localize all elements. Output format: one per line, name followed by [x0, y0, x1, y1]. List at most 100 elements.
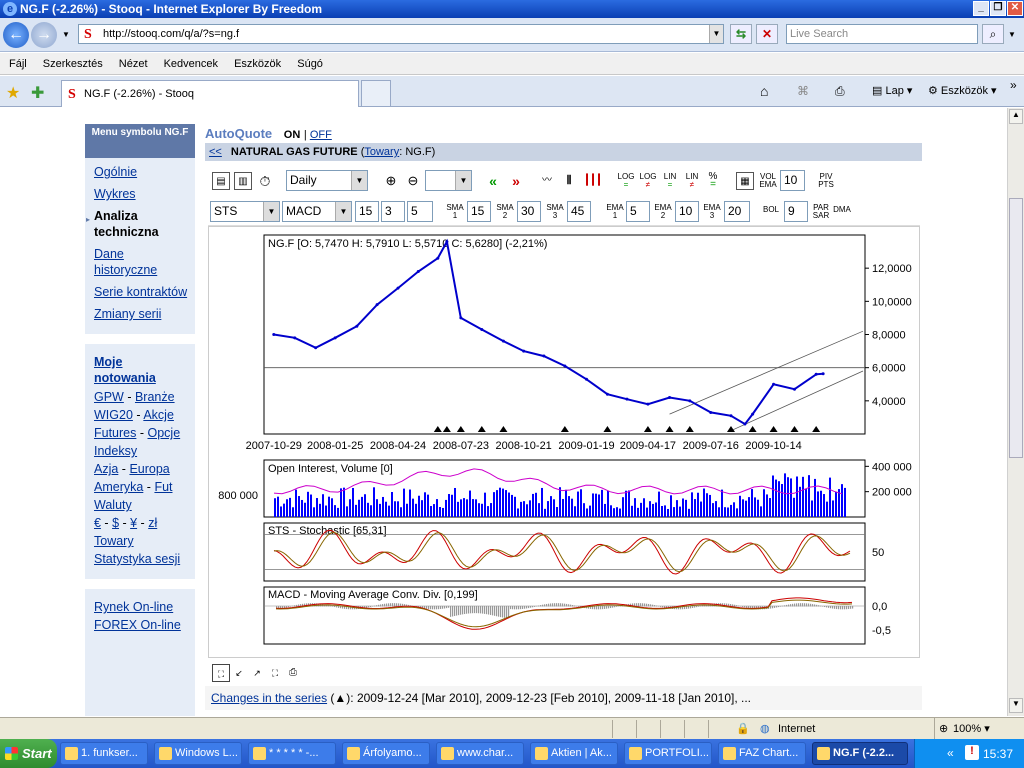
- live-search-input[interactable]: Live Search: [786, 24, 978, 44]
- fit-icon[interactable]: ⛶: [212, 664, 230, 682]
- lin-diff-button[interactable]: LIN ≠: [682, 173, 702, 189]
- sidebar-rynek-online[interactable]: Rynek On-line: [94, 599, 173, 615]
- sidebar-item-zmiany-serii[interactable]: Zmiany serii: [94, 306, 161, 322]
- sidebar-item-ogolnie[interactable]: Ogólnie: [94, 164, 137, 180]
- link-indeksy[interactable]: Indeksy: [94, 444, 137, 458]
- search-icon[interactable]: ⌕: [982, 24, 1004, 44]
- menu-tools[interactable]: Eszközök: [234, 58, 281, 70]
- link-wig20[interactable]: WIG20: [94, 408, 133, 422]
- ohlc-icon[interactable]: ⫼: [560, 172, 578, 190]
- new-tab-button[interactable]: [361, 80, 391, 107]
- scroll-thumb[interactable]: [1009, 198, 1023, 458]
- sidebar-moje-notowania[interactable]: Moje notowania: [94, 354, 174, 386]
- sma3-input[interactable]: 45: [567, 201, 591, 222]
- close-button[interactable]: ✕: [1007, 1, 1023, 16]
- taskbar-item[interactable]: PORTFOLI...: [624, 742, 712, 765]
- log-button[interactable]: LOG =: [616, 173, 636, 189]
- page-menu[interactable]: ▤ Lap ▾: [872, 84, 912, 97]
- volume-chart-icon[interactable]: ▦: [736, 172, 754, 190]
- minimize-button[interactable]: _: [973, 1, 989, 16]
- taskbar-item[interactable]: Windows L...: [154, 742, 242, 765]
- candle-icon[interactable]: ┃┃┃: [584, 172, 602, 190]
- taskbar-item-active[interactable]: NG.F (-2.2...: [812, 742, 908, 765]
- link-statystyka-sesji[interactable]: Statystyka sesji: [94, 552, 180, 566]
- maximize-button[interactable]: ❐: [990, 1, 1006, 16]
- ema2-input[interactable]: 10: [675, 201, 699, 222]
- taskbar-item[interactable]: www.char...: [436, 742, 524, 765]
- taskbar-item[interactable]: 1. funkser...: [60, 742, 148, 765]
- draw-line-icon[interactable]: ↙: [230, 664, 248, 682]
- range-select[interactable]: [425, 170, 472, 191]
- scroll-up-icon[interactable]: ▲: [1009, 109, 1023, 124]
- scroll-right-icon[interactable]: »: [507, 172, 525, 190]
- autoquote-off[interactable]: OFF: [310, 129, 332, 141]
- vertical-scrollbar[interactable]: ▲ ▼: [1007, 108, 1024, 716]
- sma2-input[interactable]: 30: [517, 201, 541, 222]
- lin-button[interactable]: LIN =: [660, 173, 680, 189]
- towary-link[interactable]: Towary: [364, 146, 399, 158]
- link-futures[interactable]: Futures: [94, 426, 136, 440]
- link-towary[interactable]: Towary: [94, 534, 134, 548]
- search-options-icon[interactable]: ▼: [1008, 30, 1016, 39]
- link-pln[interactable]: zł: [148, 516, 157, 530]
- line-chart-icon[interactable]: 〰: [538, 172, 556, 190]
- forward-button[interactable]: →: [31, 22, 57, 48]
- sidebar-item-wykres[interactable]: Wykres: [94, 186, 136, 202]
- print-icon[interactable]: ⎙: [835, 84, 845, 99]
- link-opcje[interactable]: Opcje: [148, 426, 181, 440]
- indicator1-select[interactable]: STS: [210, 201, 280, 222]
- home-icon[interactable]: ⌂: [760, 83, 768, 99]
- url-dropdown-icon[interactable]: ▼: [709, 25, 723, 43]
- zoom-control[interactable]: ⊕ 100% ▾: [934, 718, 1022, 740]
- menu-help[interactable]: Súgó: [297, 58, 323, 70]
- menu-edit[interactable]: Szerkesztés: [43, 58, 103, 70]
- link-waluty[interactable]: Waluty: [94, 498, 132, 512]
- scroll-left-icon[interactable]: «: [484, 172, 502, 190]
- taskbar-item[interactable]: FAZ Chart...: [718, 742, 806, 765]
- menu-file[interactable]: Fájl: [9, 58, 27, 70]
- indicator2-select[interactable]: MACD: [282, 201, 352, 222]
- refresh-icon[interactable]: ⇆: [730, 24, 752, 44]
- add-favorites-icon[interactable]: ✚: [31, 83, 44, 103]
- more-chevron-icon[interactable]: »: [1010, 78, 1017, 92]
- sidebar-item-dane-historyczne[interactable]: Dane historyczne: [94, 246, 184, 278]
- changes-link[interactable]: Changes in the series: [211, 691, 327, 705]
- taskbar-item[interactable]: * * * * * -...: [248, 742, 336, 765]
- autoquote-on[interactable]: ON: [284, 129, 301, 141]
- link-eur[interactable]: €: [94, 516, 101, 530]
- bol-input[interactable]: 9: [784, 201, 808, 222]
- zoom-out-icon[interactable]: ⊖: [404, 172, 422, 190]
- tab-active[interactable]: S NG.F (-2.26%) - Stooq: [61, 80, 359, 107]
- zoom-in-icon[interactable]: ⊕: [382, 172, 400, 190]
- scroll-down-icon[interactable]: ▼: [1009, 698, 1023, 713]
- ema3-input[interactable]: 20: [724, 201, 750, 222]
- start-button[interactable]: Start: [0, 739, 57, 768]
- link-jpy[interactable]: ¥: [130, 516, 137, 530]
- back-link[interactable]: <<: [209, 146, 222, 158]
- percent-button[interactable]: % =: [704, 172, 722, 190]
- link-fut[interactable]: Fut: [154, 480, 172, 494]
- link-europa[interactable]: Europa: [129, 462, 169, 476]
- menu-view[interactable]: Nézet: [119, 58, 148, 70]
- vol-ema-input[interactable]: 10: [780, 170, 805, 191]
- chart-export-icon[interactable]: ▥: [234, 172, 252, 190]
- sidebar-forex-online[interactable]: FOREX On-line: [94, 617, 181, 633]
- link-akcje[interactable]: Akcje: [143, 408, 174, 422]
- history-dropdown-icon[interactable]: ▼: [62, 30, 70, 39]
- link-azja[interactable]: Azja: [94, 462, 118, 476]
- param1-input[interactable]: 15: [355, 201, 379, 222]
- log-diff-button[interactable]: LOG ≠: [638, 173, 658, 189]
- menu-favorites[interactable]: Kedvencek: [164, 58, 218, 70]
- chart-type-icon[interactable]: ▤: [212, 172, 230, 190]
- clock-icon[interactable]: ⏱: [256, 172, 274, 190]
- param2-input[interactable]: 3: [381, 201, 405, 222]
- link-gpw[interactable]: GPW: [94, 390, 124, 404]
- taskbar-item[interactable]: Aktien | Ak...: [530, 742, 618, 765]
- link-usd[interactable]: $: [112, 516, 119, 530]
- pivot-points-button[interactable]: PIV PTS: [815, 173, 837, 189]
- back-button[interactable]: ←: [3, 22, 29, 48]
- tray-expand-icon[interactable]: «: [947, 746, 954, 760]
- stop-icon[interactable]: ✕: [756, 24, 778, 44]
- trend-line-icon[interactable]: ↗: [248, 664, 266, 682]
- dma-button[interactable]: DMA: [832, 206, 852, 214]
